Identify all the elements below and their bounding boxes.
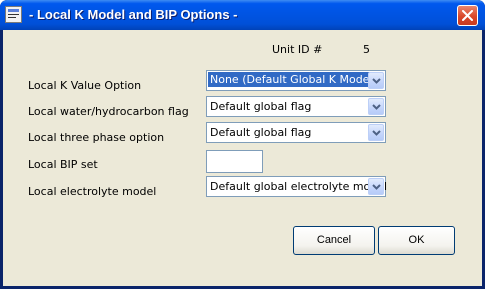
three-phase-option-select[interactable]: Default global flag [206,122,386,143]
window-title: - Local K Model and BIP Options - [29,7,238,22]
unit-id-value: 5 [363,43,370,56]
chevron-down-icon [372,184,381,190]
close-icon [462,10,473,21]
ok-button[interactable]: OK [378,226,455,255]
chevron-down-icon [372,78,381,84]
chevron-down-icon [372,104,381,110]
bip-set-label: Local BIP set [28,158,98,171]
chevron-down-icon [372,130,381,136]
k-value-option-value: None (Default Global K Model) [208,72,379,87]
water-hydrocarbon-flag-select[interactable]: Default global flag [206,96,386,117]
electrolyte-model-dropdown-button[interactable] [368,178,384,195]
dialog-body: Unit ID # 5 Local K Value Option None (D… [3,30,482,286]
close-button[interactable] [457,5,478,26]
cancel-button[interactable]: Cancel [293,226,375,255]
water-hydrocarbon-flag-label: Local water/hydrocarbon flag [28,105,189,118]
electrolyte-model-select[interactable]: Default global electrolyte model [206,176,388,197]
water-hydrocarbon-flag-dropdown-button[interactable] [368,98,384,115]
electrolyte-model-value: Default global electrolyte model [210,180,388,193]
electrolyte-model-label: Local electrolyte model [28,185,157,198]
dialog-window: - Local K Model and BIP Options - Unit I… [0,0,485,289]
k-value-option-select[interactable]: None (Default Global K Model) [206,70,386,91]
bip-set-input[interactable] [206,150,263,173]
title-bar[interactable]: - Local K Model and BIP Options - [0,0,485,30]
k-value-option-label: Local K Value Option [28,79,142,92]
k-value-option-dropdown-button[interactable] [368,72,384,89]
three-phase-option-label: Local three phase option [28,131,165,144]
app-icon[interactable] [5,6,22,23]
water-hydrocarbon-flag-value: Default global flag [210,100,312,113]
three-phase-option-dropdown-button[interactable] [368,124,384,141]
unit-id-label: Unit ID # [272,43,323,56]
three-phase-option-value: Default global flag [210,126,312,139]
